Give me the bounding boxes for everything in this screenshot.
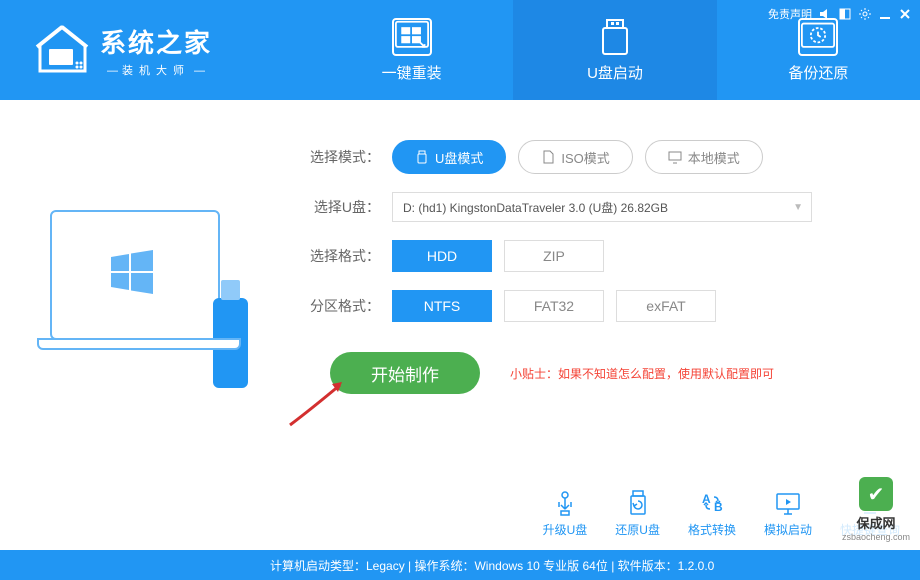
reinstall-icon	[392, 18, 432, 56]
tab-label: U盘启动	[587, 62, 643, 83]
tab-usb-boot[interactable]: U盘启动	[513, 0, 716, 100]
tab-label: 一键重装	[382, 62, 442, 83]
illustration	[30, 140, 260, 394]
content-area: 选择模式： U盘模式 ISO模式 本地模式 选择U盘： D: (hd1)	[0, 100, 920, 394]
theme-icon[interactable]	[838, 7, 852, 21]
action-simulate-boot[interactable]: 模拟启动	[764, 489, 812, 538]
tab-label: 备份还原	[788, 62, 848, 83]
upgrade-usb-icon	[551, 489, 579, 517]
format-zip[interactable]: ZIP	[504, 240, 604, 272]
action-format-convert[interactable]: AB 格式转换	[688, 489, 736, 538]
tab-reinstall[interactable]: 一键重装	[310, 0, 513, 100]
form-area: 选择模式： U盘模式 ISO模式 本地模式 选择U盘： D: (hd1)	[260, 140, 890, 394]
udisk-select[interactable]: D: (hd1) KingstonDataTraveler 3.0 (U盘) 2…	[392, 192, 812, 222]
backup-icon	[798, 18, 838, 56]
watermark: ✔ 保成网 zsbaocheng.com	[840, 475, 912, 544]
monitor-icon	[668, 150, 682, 164]
udisk-label: 选择U盘：	[300, 197, 380, 217]
titlebar-controls: 免责声明	[768, 6, 912, 22]
partition-ntfs[interactable]: NTFS	[392, 290, 492, 322]
partition-fat32[interactable]: FAT32	[504, 290, 604, 322]
close-icon[interactable]	[898, 7, 912, 21]
logo-subtitle: 装机大师	[100, 62, 212, 78]
restore-usb-icon	[624, 489, 652, 517]
mode-label: 选择模式：	[300, 147, 380, 167]
start-button[interactable]: 开始制作	[330, 352, 480, 394]
tip-text: 小贴士：如果不知道怎么配置，使用默认配置即可	[510, 365, 774, 382]
action-restore-usb[interactable]: 还原U盘	[615, 489, 660, 538]
action-upgrade-usb[interactable]: 升级U盘	[543, 489, 588, 538]
status-bar: 计算机启动类型：Legacy | 操作系统：Windows 10 专业版 64位…	[0, 550, 920, 580]
header: 系统之家 装机大师 一键重装 U盘启动 备份还原 免责声明	[0, 0, 920, 100]
logo-house-icon	[35, 25, 90, 75]
mode-usb[interactable]: U盘模式	[392, 140, 506, 174]
mode-local[interactable]: 本地模式	[645, 140, 763, 174]
speaker-icon[interactable]	[818, 7, 832, 21]
format-hdd[interactable]: HDD	[392, 240, 492, 272]
mode-iso[interactable]: ISO模式	[518, 140, 632, 174]
simulate-boot-icon	[774, 489, 802, 517]
format-convert-icon: AB	[698, 489, 726, 517]
disclaimer-link[interactable]: 免责声明	[768, 6, 812, 22]
usb-illustration-icon	[213, 298, 248, 388]
windows-logo-icon	[107, 247, 157, 297]
settings-icon[interactable]	[858, 7, 872, 21]
iso-icon	[541, 150, 555, 164]
usb-boot-icon	[595, 18, 635, 56]
logo-area: 系统之家 装机大师	[0, 23, 310, 78]
logo-title: 系统之家	[100, 23, 212, 60]
partition-label: 分区格式：	[300, 296, 380, 316]
usb-icon	[415, 150, 429, 164]
minimize-icon[interactable]	[878, 7, 892, 21]
partition-exfat[interactable]: exFAT	[616, 290, 716, 322]
chevron-down-icon: ▼	[793, 202, 803, 213]
format-label: 选择格式：	[300, 246, 380, 266]
watermark-badge-icon: ✔	[859, 477, 893, 511]
